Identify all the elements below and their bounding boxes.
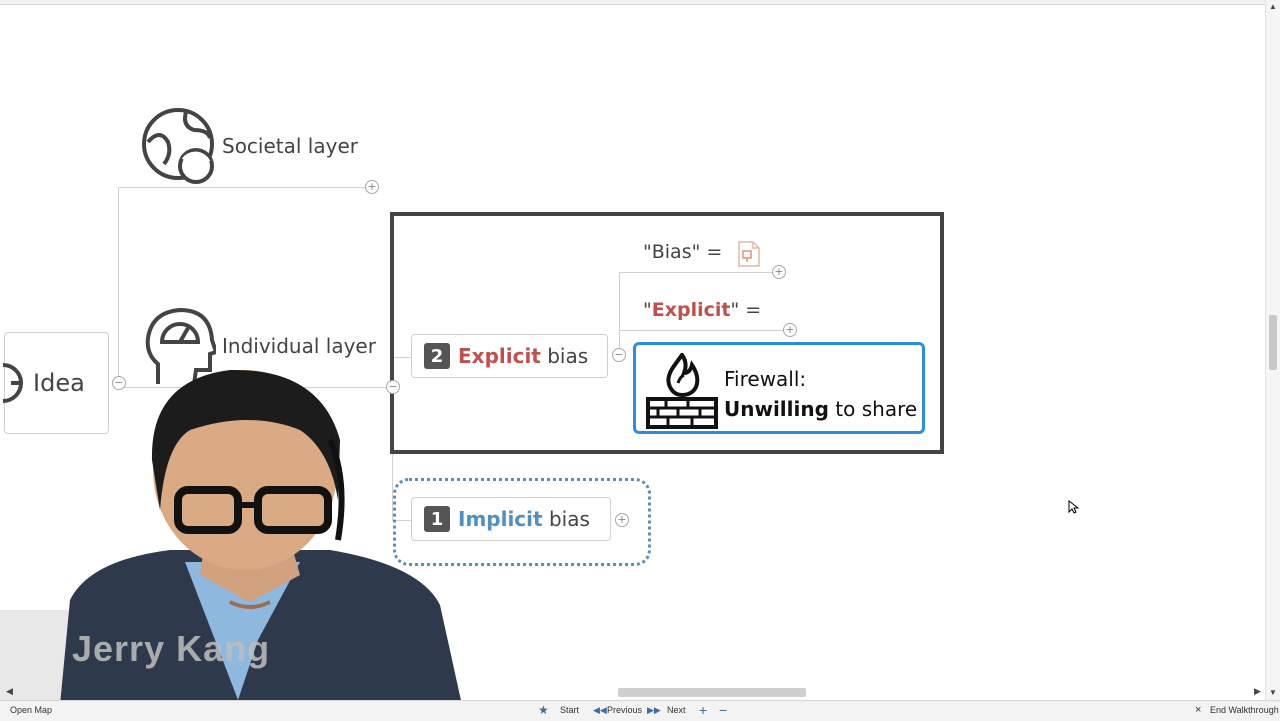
firewall-title: Firewall: — [724, 367, 807, 391]
collapse-explicit-button[interactable]: − — [612, 348, 626, 362]
scroll-down-arrow-icon[interactable]: ▼ — [1269, 688, 1277, 697]
scroll-up-arrow-icon[interactable]: ▲ — [1269, 2, 1277, 11]
firewall-subtitle: Unwilling to share — [724, 397, 917, 421]
mouse-cursor-icon — [1068, 500, 1080, 514]
expand-bias-definition-button[interactable]: + — [772, 265, 786, 279]
end-walkthrough-button[interactable]: End Walkthrough — [1210, 705, 1279, 715]
connector-societal — [118, 187, 373, 188]
scroll-right-arrow-icon[interactable]: ▶ — [1254, 686, 1261, 697]
explicit-definition-keyword: Explicit — [651, 299, 731, 321]
implicit-keyword: Implicit — [458, 507, 543, 531]
previous-button[interactable]: Previous — [607, 705, 642, 715]
explicit-bias-rest: bias — [547, 344, 589, 368]
expand-explicit-definition-button[interactable]: + — [783, 323, 797, 337]
scroll-left-arrow-icon[interactable]: ◀ — [6, 686, 13, 697]
firewall-node[interactable]: Firewall: Unwilling to share — [633, 342, 925, 434]
societal-layer-label: Societal layer — [222, 134, 358, 158]
expand-societal-button[interactable]: + — [365, 180, 379, 194]
firewall-rest: to share — [835, 397, 918, 421]
quote-open: " — [643, 299, 652, 321]
open-map-button[interactable]: Open Map — [10, 705, 52, 715]
start-button[interactable]: Start — [560, 705, 579, 715]
window-top-border — [0, 0, 1280, 5]
walkthrough-toolbar: Open Map ★ Start ◀◀ Previous ▶▶ Next + −… — [0, 700, 1280, 721]
quote-close: " = — [730, 299, 762, 321]
explicit-keyword: Explicit — [458, 344, 541, 368]
horizontal-scroll-thumb[interactable] — [618, 688, 806, 697]
implicit-bias-rest: bias — [548, 507, 590, 531]
expand-implicit-button[interactable]: + — [615, 513, 629, 527]
vertical-scroll-thumb[interactable] — [1269, 315, 1277, 370]
star-icon[interactable]: ★ — [538, 703, 549, 717]
firewall-bold-word: Unwilling — [724, 397, 829, 421]
zoom-in-button[interactable]: + — [699, 702, 707, 718]
firewall-icon — [646, 353, 718, 429]
zoom-out-button[interactable]: − — [719, 702, 727, 718]
explicit-definition-label: "Explicit" = — [643, 299, 761, 321]
attachment-file-icon[interactable] — [737, 240, 761, 268]
vertical-scrollbar[interactable]: ▲ ▼ — [1265, 0, 1280, 700]
bias-definition-label: "Bias" = — [643, 241, 723, 263]
close-icon[interactable]: × — [1195, 704, 1201, 716]
globe-refresh-icon — [142, 108, 214, 184]
next-icon[interactable]: ▶▶ — [647, 705, 661, 716]
presenter-name-tag: Jerry Kang — [72, 628, 271, 669]
previous-icon[interactable]: ◀◀ — [593, 705, 607, 716]
next-button[interactable]: Next — [667, 705, 686, 715]
